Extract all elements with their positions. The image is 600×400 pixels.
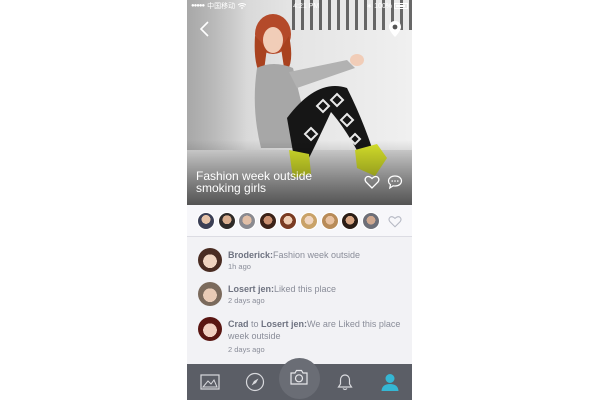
- tab-gallery[interactable]: [187, 364, 232, 400]
- signal-icon: ●●●●●: [191, 3, 205, 9]
- battery-percent: 100%: [374, 2, 392, 10]
- avatar[interactable]: [198, 317, 222, 341]
- activity-time: 2 days ago: [228, 296, 265, 305]
- chevron-left-icon: [199, 21, 209, 37]
- activity-time: 1h ago: [228, 262, 251, 271]
- like-button[interactable]: [364, 175, 380, 189]
- location-button[interactable]: [388, 20, 402, 38]
- bell-icon: [336, 374, 353, 391]
- bluetooth-icon: ∗: [366, 3, 373, 10]
- tab-profile[interactable]: [367, 364, 412, 400]
- post-photo[interactable]: ●●●●● 中国移动 4:21 PM ∗ 100% Fashion week o…: [187, 0, 412, 205]
- activity-text: Broderick:Fashion week outside: [228, 249, 406, 261]
- activity-user[interactable]: Broderick:: [228, 250, 273, 260]
- avatar[interactable]: [198, 248, 222, 272]
- activity-connector: to: [248, 319, 262, 329]
- liker-avatar[interactable]: [197, 212, 215, 230]
- avatar[interactable]: [198, 282, 222, 306]
- liker-avatar[interactable]: [218, 212, 236, 230]
- activity-time: 2 days ago: [228, 345, 265, 354]
- camera-icon: [290, 369, 308, 385]
- liker-avatar[interactable]: [279, 212, 297, 230]
- profile-icon: [381, 374, 398, 391]
- camera-button[interactable]: [279, 358, 320, 399]
- activity-message: Fashion week outside: [273, 250, 361, 260]
- status-bar: ●●●●● 中国移动 4:21 PM ∗ 100%: [187, 0, 412, 12]
- tab-discover[interactable]: [232, 364, 277, 400]
- clock: 4:21 PM: [293, 2, 320, 10]
- likers-row: [187, 205, 412, 237]
- activity-message: Liked this place: [274, 284, 337, 294]
- activity-target-user[interactable]: Losert jen:: [261, 319, 307, 329]
- liker-avatar[interactable]: [259, 212, 277, 230]
- activity-item[interactable]: Losert jen:Liked this place 2 days ago: [187, 281, 412, 313]
- activity-item[interactable]: Broderick:Fashion week outside 1h ago: [187, 247, 412, 279]
- activity-text: Losert jen:Liked this place: [228, 283, 406, 295]
- likers-like-button[interactable]: [388, 215, 402, 228]
- compass-icon: [245, 372, 264, 392]
- heart-icon: [364, 175, 380, 189]
- comment-button[interactable]: [387, 174, 403, 190]
- wifi-icon: [238, 3, 247, 9]
- liker-avatar[interactable]: [300, 212, 318, 230]
- map-pin-icon: [389, 21, 401, 37]
- battery-icon: [393, 3, 408, 9]
- activity-feed: Broderick:Fashion week outside 1h ago Lo…: [187, 238, 412, 364]
- back-button[interactable]: [197, 20, 213, 38]
- activity-user[interactable]: Crad: [228, 319, 249, 329]
- app-screen: ●●●●● 中国移动 4:21 PM ∗ 100% Fashion week o…: [187, 0, 412, 400]
- chat-bubble-icon: [387, 175, 403, 190]
- carrier-label: 中国移动: [207, 3, 236, 10]
- liker-avatar[interactable]: [362, 212, 380, 230]
- heart-outline-icon: [388, 216, 402, 228]
- gallery-icon: [199, 374, 220, 390]
- liker-avatar[interactable]: [321, 212, 339, 230]
- activity-text: Crad to Losert jen:We are Liked this pla…: [228, 318, 406, 342]
- activity-item[interactable]: Crad to Losert jen:We are Liked this pla…: [187, 316, 412, 360]
- liker-avatar[interactable]: [341, 212, 359, 230]
- tab-notifications[interactable]: [322, 364, 367, 400]
- post-title: Fashion week outside smoking girls: [196, 169, 313, 195]
- liker-avatar[interactable]: [238, 212, 256, 230]
- activity-user[interactable]: Losert jen:: [228, 284, 274, 294]
